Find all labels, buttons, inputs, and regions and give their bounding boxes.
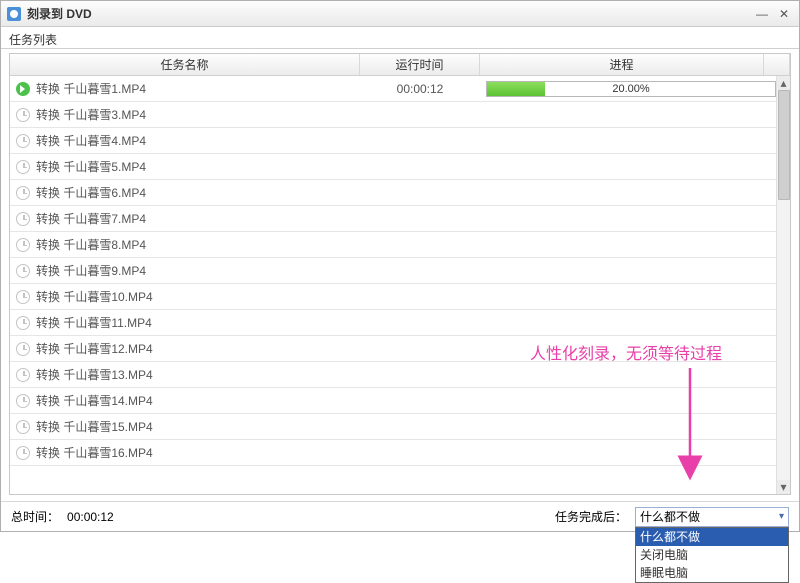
- cell-name: 转换 千山暮雪5.MP4: [10, 158, 360, 175]
- table-row[interactable]: 转换 千山暮雪11.MP4: [10, 310, 790, 336]
- cell-name: 转换 千山暮雪10.MP4: [10, 288, 360, 305]
- task-name: 转换 千山暮雪13.MP4: [36, 366, 153, 383]
- scroll-thumb[interactable]: [778, 90, 790, 200]
- task-name: 转换 千山暮雪3.MP4: [36, 106, 146, 123]
- progress-bar: 20.00%: [486, 81, 776, 97]
- cell-name: 转换 千山暮雪8.MP4: [10, 236, 360, 253]
- task-list-label: 任务列表: [1, 27, 799, 49]
- cell-name: 转换 千山暮雪14.MP4: [10, 392, 360, 409]
- select-option[interactable]: 什么都不做: [636, 528, 788, 546]
- table-row[interactable]: 转换 千山暮雪3.MP4: [10, 102, 790, 128]
- cell-name: 转换 千山暮雪3.MP4: [10, 106, 360, 123]
- titlebar: 刻录到 DVD — ✕: [1, 1, 799, 27]
- status-pending-icon: [16, 368, 30, 382]
- app-icon: [7, 7, 21, 21]
- cell-name: 转换 千山暮雪16.MP4: [10, 444, 360, 461]
- scroll-up-button[interactable]: ▴: [777, 76, 790, 90]
- total-time-label: 总时间：: [11, 508, 59, 525]
- task-name: 转换 千山暮雪9.MP4: [36, 262, 146, 279]
- after-tasks-label: 任务完成后：: [555, 508, 627, 525]
- table-row[interactable]: 转换 千山暮雪4.MP4: [10, 128, 790, 154]
- table-row[interactable]: 转换 千山暮雪1.MP4 00:00:12 20.00%: [10, 76, 790, 102]
- status-pending-icon: [16, 186, 30, 200]
- progress-text: 20.00%: [487, 82, 775, 96]
- scrollbar[interactable]: ▴ ▾: [776, 76, 790, 494]
- status-pending-icon: [16, 212, 30, 226]
- task-table: 任务名称 运行时间 进程 转换 千山暮雪1.MP400:00:1220.00%转…: [9, 53, 791, 495]
- col-header-spare: [764, 54, 790, 75]
- table-body: 转换 千山暮雪1.MP4 00:00:12 20.00% 转换 千山暮雪3.MP4 转换…: [10, 76, 790, 494]
- col-header-name[interactable]: 任务名称: [10, 54, 360, 75]
- task-name: 转换 千山暮雪14.MP4: [36, 392, 153, 409]
- cell-time: 00:00:12: [360, 82, 480, 96]
- footer: 总时间： 00:00:12 任务完成后： 什么都不做 ▾ 什么都不做关闭电脑睡眠…: [1, 501, 799, 531]
- cell-name: 转换 千山暮雪13.MP4: [10, 366, 360, 383]
- status-pending-icon: [16, 446, 30, 460]
- table-row[interactable]: 转换 千山暮雪6.MP4: [10, 180, 790, 206]
- cell-name: 转换 千山暮雪7.MP4: [10, 210, 360, 227]
- task-name: 转换 千山暮雪1.MP4: [36, 80, 146, 97]
- task-name: 转换 千山暮雪15.MP4: [36, 418, 153, 435]
- close-button[interactable]: ✕: [775, 5, 793, 23]
- status-pending-icon: [16, 160, 30, 174]
- status-pending-icon: [16, 290, 30, 304]
- status-pending-icon: [16, 316, 30, 330]
- select-value: 什么都不做: [640, 508, 700, 525]
- status-pending-icon: [16, 134, 30, 148]
- window-title: 刻录到 DVD: [27, 5, 92, 22]
- table-row[interactable]: 转换 千山暮雪10.MP4: [10, 284, 790, 310]
- status-pending-icon: [16, 238, 30, 252]
- task-name: 转换 千山暮雪8.MP4: [36, 236, 146, 253]
- total-time-value: 00:00:12: [67, 510, 114, 524]
- cell-name: 转换 千山暮雪6.MP4: [10, 184, 360, 201]
- status-active-icon: [16, 82, 30, 96]
- table-row[interactable]: 转换 千山暮雪7.MP4: [10, 206, 790, 232]
- table-row[interactable]: 转换 千山暮雪5.MP4: [10, 154, 790, 180]
- table-row[interactable]: 转换 千山暮雪13.MP4: [10, 362, 790, 388]
- task-name: 转换 千山暮雪11.MP4: [36, 314, 152, 331]
- select-option[interactable]: 关闭电脑: [636, 546, 788, 564]
- app-window: 刻录到 DVD — ✕ 任务列表 任务名称 运行时间 进程 转换 千山暮雪1.M…: [0, 0, 800, 532]
- task-name: 转换 千山暮雪12.MP4: [36, 340, 153, 357]
- task-name: 转换 千山暮雪6.MP4: [36, 184, 146, 201]
- table-header: 任务名称 运行时间 进程: [10, 54, 790, 76]
- status-pending-icon: [16, 108, 30, 122]
- select-box[interactable]: 什么都不做 ▾: [635, 507, 789, 527]
- after-tasks-select[interactable]: 什么都不做 ▾ 什么都不做关闭电脑睡眠电脑: [635, 507, 789, 527]
- cell-progress: 20.00%: [480, 81, 790, 97]
- task-name: 转换 千山暮雪4.MP4: [36, 132, 146, 149]
- scroll-down-button[interactable]: ▾: [777, 480, 790, 494]
- col-header-time[interactable]: 运行时间: [360, 54, 480, 75]
- status-pending-icon: [16, 420, 30, 434]
- select-option[interactable]: 睡眠电脑: [636, 564, 788, 582]
- task-name: 转换 千山暮雪7.MP4: [36, 210, 146, 227]
- table-row[interactable]: 转换 千山暮雪14.MP4: [10, 388, 790, 414]
- cell-name: 转换 千山暮雪9.MP4: [10, 262, 360, 279]
- cell-name: 转换 千山暮雪4.MP4: [10, 132, 360, 149]
- table-row[interactable]: 转换 千山暮雪12.MP4: [10, 336, 790, 362]
- table-row[interactable]: 转换 千山暮雪9.MP4: [10, 258, 790, 284]
- select-dropdown: 什么都不做关闭电脑睡眠电脑: [635, 527, 789, 583]
- status-pending-icon: [16, 394, 30, 408]
- status-pending-icon: [16, 264, 30, 278]
- cell-name: 转换 千山暮雪12.MP4: [10, 340, 360, 357]
- cell-name: 转换 千山暮雪1.MP4: [10, 80, 360, 97]
- task-name: 转换 千山暮雪5.MP4: [36, 158, 146, 175]
- status-pending-icon: [16, 342, 30, 356]
- table-row[interactable]: 转换 千山暮雪15.MP4: [10, 414, 790, 440]
- minimize-button[interactable]: —: [753, 5, 771, 23]
- table-row[interactable]: 转换 千山暮雪16.MP4: [10, 440, 790, 466]
- cell-name: 转换 千山暮雪11.MP4: [10, 314, 360, 331]
- chevron-down-icon: ▾: [779, 511, 784, 522]
- task-name: 转换 千山暮雪10.MP4: [36, 288, 153, 305]
- task-name: 转换 千山暮雪16.MP4: [36, 444, 153, 461]
- table-row[interactable]: 转换 千山暮雪8.MP4: [10, 232, 790, 258]
- col-header-progress[interactable]: 进程: [480, 54, 764, 75]
- cell-name: 转换 千山暮雪15.MP4: [10, 418, 360, 435]
